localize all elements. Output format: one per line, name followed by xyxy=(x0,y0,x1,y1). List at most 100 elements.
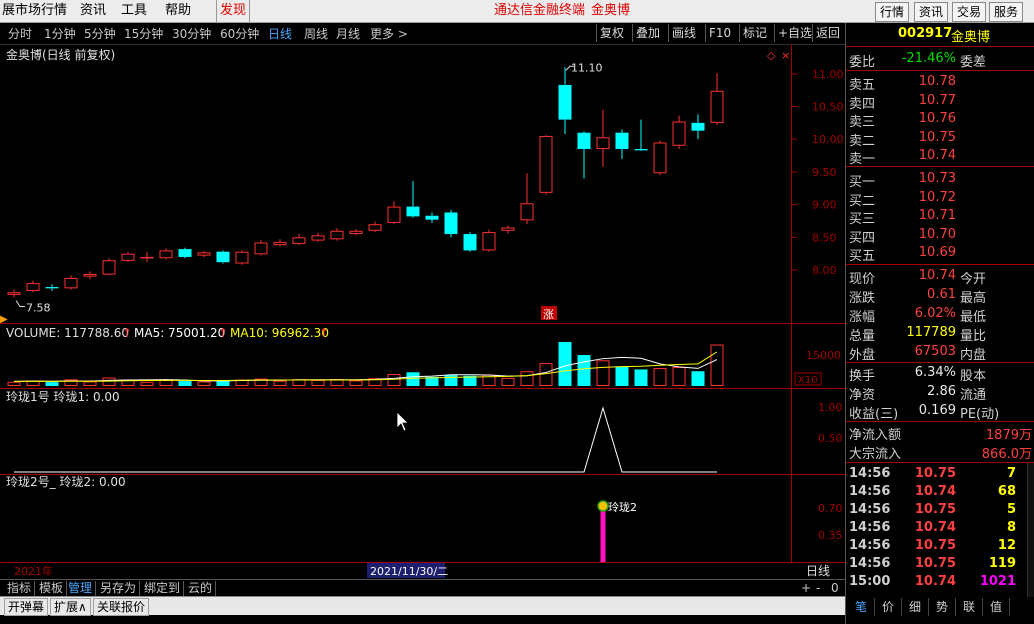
f10-button[interactable]: F10 xyxy=(705,24,734,42)
zoom-out-button[interactable]: - xyxy=(813,581,823,596)
menu-help[interactable]: 帮助 xyxy=(165,0,191,22)
price-axis-tick: 8.00 xyxy=(812,264,837,277)
overlay-button[interactable]: 叠加 xyxy=(632,24,663,42)
tab-save-as[interactable]: 另存为 xyxy=(97,581,141,596)
volume-bar xyxy=(273,380,287,387)
tick-row: 14:56 10.75 7 xyxy=(846,466,1034,484)
restore-rights-button[interactable]: 复权 xyxy=(596,24,627,42)
tick-row: 14:56 10.75 12 xyxy=(846,538,1034,556)
tick-price: 10.74 xyxy=(914,574,956,589)
tick-volume: 68 xyxy=(997,484,1016,499)
tick-time: 14:56 xyxy=(849,466,891,481)
menu-tools[interactable]: 工具 xyxy=(121,0,147,22)
stat-right-label: 内盘 xyxy=(960,348,987,363)
bid-row[interactable]: 买三 10.71 xyxy=(846,208,1034,227)
cross-icon[interactable]: × xyxy=(781,49,790,62)
zoom-reset-button[interactable]: 0 xyxy=(828,581,842,596)
related-quote-button[interactable]: 关联报价 xyxy=(93,598,150,616)
tab-detail[interactable]: 细 xyxy=(902,598,929,616)
ask-price: 10.78 xyxy=(918,74,956,89)
title-stock-name: 金奥博 xyxy=(591,3,631,18)
tab-value[interactable]: 值 xyxy=(983,598,1010,616)
candle xyxy=(368,221,382,233)
period-tab-5min[interactable]: 5分钟 xyxy=(84,25,116,42)
tab-related[interactable]: 联 xyxy=(956,598,983,616)
bid-price: 10.70 xyxy=(918,226,956,242)
tab-trend[interactable]: 势 xyxy=(929,598,956,616)
tick-time: 14:56 xyxy=(849,538,891,553)
tab-cloud[interactable]: 云的 xyxy=(185,581,217,596)
tick-row: 14:56 10.74 68 xyxy=(846,484,1034,502)
indicator1-label: 玲珑1号 玲珑1: 0.00 xyxy=(6,390,120,404)
candle xyxy=(463,232,477,252)
zoom-in-button[interactable]: + xyxy=(798,581,814,596)
volume-bar xyxy=(406,372,420,386)
draw-line-button[interactable]: 画线 xyxy=(668,24,699,42)
menu-market[interactable]: 展市场行情 xyxy=(2,0,67,22)
stat-row: 现价 10.74 今开 xyxy=(846,268,1034,287)
tab-trades[interactable]: 笔 xyxy=(848,598,875,616)
service-button[interactable]: 服务 xyxy=(989,2,1024,22)
limit-up-label: 涨 xyxy=(543,308,554,321)
period-tab-1min[interactable]: 1分钟 xyxy=(44,25,76,42)
candle xyxy=(406,181,420,218)
volume-bar xyxy=(102,377,116,387)
tab-template[interactable]: 模板 xyxy=(36,581,68,596)
ask-row[interactable]: 卖五 10.78 xyxy=(846,74,1034,93)
mark-button[interactable]: 标记 xyxy=(739,24,770,42)
expand-button[interactable]: 扩展∧ xyxy=(50,598,91,616)
tick-row: 15:00 10.74 1021 xyxy=(846,574,1034,592)
tab-manage[interactable]: 管理 xyxy=(65,581,97,596)
add-favorite-button[interactable]: +自选 xyxy=(774,24,815,42)
tab-indicator[interactable]: 指标 xyxy=(4,581,36,596)
chart-area[interactable]: 金奥博(日线 前复权) ◇ × ▶ 11.00 10.50 10.00 9.50 9.0… xyxy=(0,44,845,579)
menu-bar: 展市场行情 资讯 工具 帮助 发现 通达信金融终端 金奥博 行情 资讯 交易 服… xyxy=(0,0,1034,23)
quote-header: 002917 金奥博 xyxy=(846,26,1034,45)
diamond-icon[interactable]: ◇ xyxy=(767,49,776,62)
tick-volume: 7 xyxy=(1006,466,1016,481)
period-tab-daily[interactable]: 日线 xyxy=(268,25,292,42)
ask-row[interactable]: 卖一 10.74 xyxy=(846,148,1034,167)
tab-price[interactable]: 价 xyxy=(875,598,902,616)
period-tab-60min[interactable]: 60分钟 xyxy=(220,25,259,42)
candle xyxy=(216,250,230,264)
bid-row[interactable]: 买二 10.72 xyxy=(846,190,1034,209)
cursor-date: 2021/11/30/二 xyxy=(370,565,448,578)
period-tab-timeshare[interactable]: 分时 xyxy=(8,25,32,42)
back-button[interactable]: 返回 xyxy=(812,24,843,42)
bid-price: 10.71 xyxy=(918,208,956,223)
period-tab-15min[interactable]: 15分钟 xyxy=(124,25,163,42)
collapse-arrow-icon[interactable]: ▶ xyxy=(0,314,8,325)
tick-time: 14:56 xyxy=(849,502,891,517)
stat-label: 总量 xyxy=(849,329,876,344)
bid-price: 10.69 xyxy=(918,245,956,260)
ask-label: 卖四 xyxy=(849,96,876,112)
danmaku-button[interactable]: 开弹幕 xyxy=(4,598,49,616)
tick-scrollbar[interactable] xyxy=(1027,463,1034,597)
volume-unit: X10 xyxy=(798,375,818,386)
period-tab-30min[interactable]: 30分钟 xyxy=(172,25,211,42)
ask-label: 卖二 xyxy=(849,133,876,149)
indicator2-signal-text: 玲珑2 xyxy=(608,501,637,514)
stat-value: 67503 xyxy=(914,344,956,359)
candle xyxy=(45,284,59,291)
ask-row[interactable]: 卖四 10.77 xyxy=(846,93,1034,112)
news-button[interactable]: 资讯 xyxy=(914,2,949,22)
tab-bind-to[interactable]: 绑定到 xyxy=(141,581,185,596)
trade-button[interactable]: 交易 xyxy=(952,2,987,22)
candle xyxy=(254,239,268,256)
candle xyxy=(653,140,667,176)
price-axis-tick: 10.00 xyxy=(812,133,844,146)
ask-row[interactable]: 卖二 10.75 xyxy=(846,130,1034,149)
ask-row[interactable]: 卖三 10.76 xyxy=(846,111,1034,130)
market-button[interactable]: 行情 xyxy=(875,2,910,22)
menu-news[interactable]: 资讯 xyxy=(80,0,106,22)
period-tab-more[interactable]: 更多 > xyxy=(370,25,408,42)
bid-row[interactable]: 买四 10.70 xyxy=(846,226,1034,246)
menu-discover[interactable]: 发现 xyxy=(216,0,251,22)
bid-row[interactable]: 买五 10.69 xyxy=(846,245,1034,264)
ma5-label: MA5: 75001.20 xyxy=(134,326,225,340)
bid-row[interactable]: 买一 10.73 xyxy=(846,171,1034,190)
period-tab-monthly[interactable]: 月线 xyxy=(336,25,360,42)
period-tab-weekly[interactable]: 周线 xyxy=(304,25,328,42)
